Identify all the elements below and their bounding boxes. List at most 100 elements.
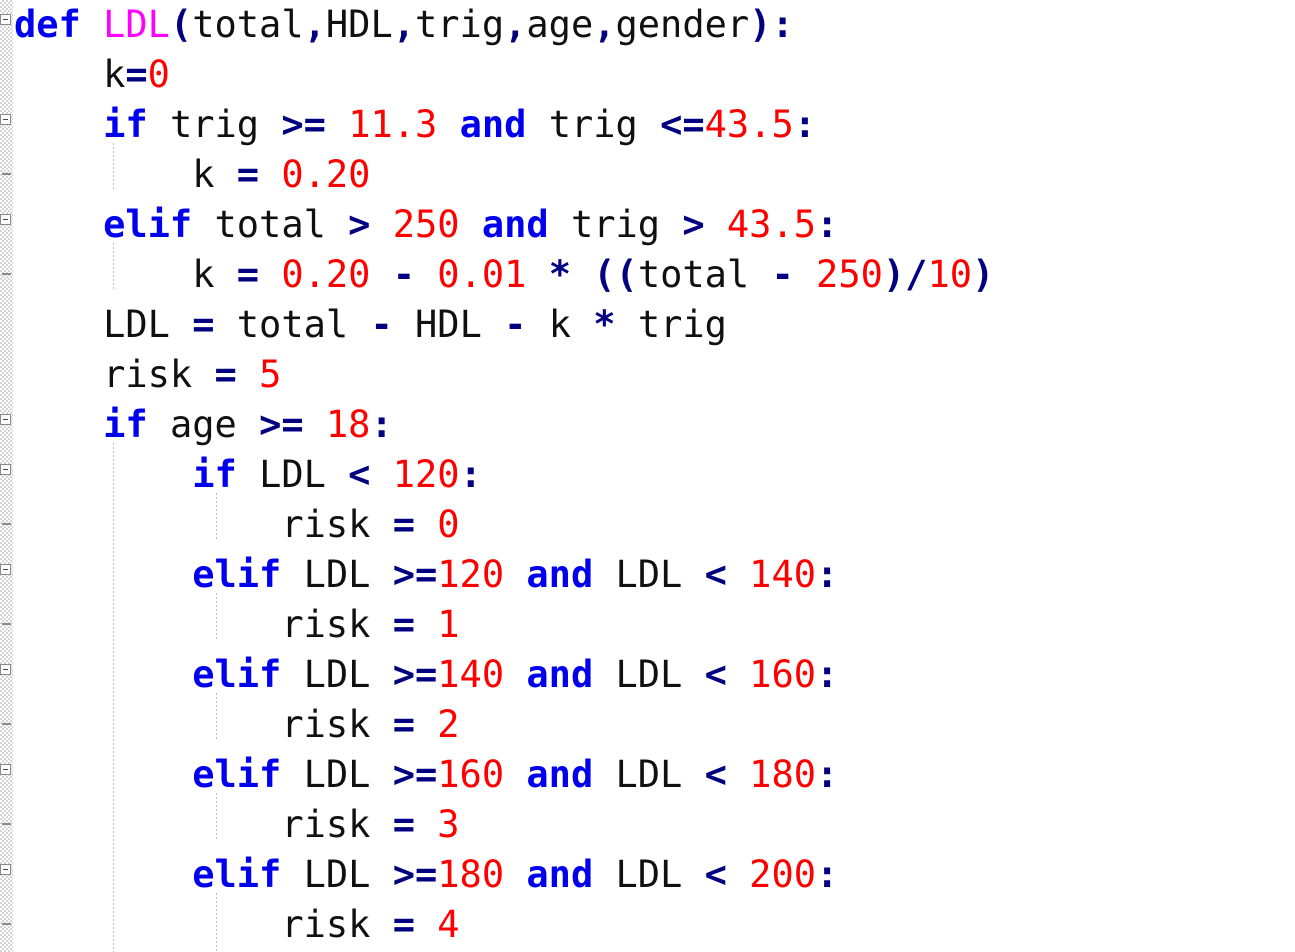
fold-box-def-ldl[interactable] — [0, 14, 11, 25]
token-16-0 — [14, 753, 192, 796]
token-19-1: risk — [281, 903, 371, 946]
token-18-6: 180 — [437, 853, 505, 896]
token-15-2 — [370, 703, 392, 746]
token-9-1: if — [103, 403, 148, 446]
token-1-8: trig — [415, 3, 505, 46]
code-line-9[interactable]: if age >= 18: — [0, 400, 1295, 450]
token-4-2 — [215, 153, 237, 196]
code-line-16[interactable]: elif LDL >=160 and LDL < 180: — [0, 750, 1295, 800]
token-6-0 — [14, 253, 192, 296]
fold-box-elif-ldl-160[interactable] — [0, 764, 11, 775]
token-2-2: = — [125, 53, 148, 96]
token-16-15: : — [816, 753, 839, 796]
code-line-15[interactable]: risk = 2 — [0, 700, 1295, 750]
token-16-12: < — [704, 753, 727, 796]
token-12-8: and — [526, 553, 594, 596]
token-6-1: k — [192, 253, 215, 296]
token-3-10 — [526, 103, 548, 146]
token-18-13 — [727, 853, 749, 896]
code-line-3[interactable]: if trig >= 11.3 and trig <=43.5: — [0, 100, 1295, 150]
token-7-10 — [482, 303, 504, 346]
code-line-17[interactable]: risk = 3 — [0, 800, 1295, 850]
fold-box-if-ldl-120[interactable] — [0, 464, 11, 475]
token-18-1: elif — [192, 853, 282, 896]
token-9-2 — [148, 403, 170, 446]
token-15-0 — [14, 703, 281, 746]
token-10-0 — [14, 453, 192, 496]
token-3-12 — [638, 103, 660, 146]
token-7-3: = — [192, 303, 215, 346]
token-18-15: : — [816, 853, 839, 896]
code-line-12[interactable]: elif LDL >=120 and LDL < 140: — [0, 550, 1295, 600]
code-line-13[interactable]: risk = 1 — [0, 600, 1295, 650]
token-6-20: 10 — [927, 253, 972, 296]
token-12-14: 140 — [749, 553, 816, 596]
code-line-18[interactable]: elif LDL >=180 and LDL < 200: — [0, 850, 1295, 900]
code-line-2[interactable]: k=0 — [0, 50, 1295, 100]
code-line-6[interactable]: k = 0.20 - 0.01 * ((total - 250)/10) — [0, 250, 1295, 300]
token-6-8 — [415, 253, 437, 296]
token-3-14: 43.5 — [704, 103, 794, 146]
token-11-0 — [14, 503, 281, 546]
fold-tick-k-020-a — [2, 173, 11, 175]
token-12-12: < — [704, 553, 727, 596]
token-9-8: : — [370, 403, 393, 446]
code-text-area[interactable]: def LDL(total,HDL,trig,age,gender): k=0 … — [0, 0, 1295, 952]
token-16-6: 160 — [437, 753, 505, 796]
token-18-8: and — [526, 853, 594, 896]
code-editor[interactable]: def LDL(total,HDL,trig,age,gender): k=0 … — [0, 0, 1295, 952]
fold-box-elif-ldl-120[interactable] — [0, 564, 11, 575]
token-15-3: = — [392, 703, 415, 746]
token-5-0 — [14, 203, 103, 246]
token-6-6 — [370, 253, 392, 296]
token-7-11: - — [504, 303, 527, 346]
token-5-14 — [705, 203, 727, 246]
code-line-14[interactable]: elif LDL >=140 and LDL < 160: — [0, 650, 1295, 700]
fold-tick-risk-1 — [2, 623, 11, 625]
token-14-5: >= — [392, 653, 438, 696]
token-14-3: LDL — [303, 653, 371, 696]
token-19-0 — [14, 903, 281, 946]
token-7-13: k — [548, 303, 571, 346]
token-16-3: LDL — [303, 753, 371, 796]
code-line-7[interactable]: LDL = total - HDL - k * trig — [0, 300, 1295, 350]
token-18-2 — [281, 853, 303, 896]
token-14-4 — [370, 653, 392, 696]
token-6-17 — [794, 253, 816, 296]
fold-box-elif-total[interactable] — [0, 214, 11, 225]
code-line-4[interactable]: k = 0.20 — [0, 150, 1295, 200]
code-folding-gutter[interactable] — [0, 0, 13, 952]
token-14-6: 140 — [437, 653, 505, 696]
token-8-5: 5 — [259, 353, 282, 396]
fold-tick-risk-4 — [2, 923, 11, 925]
code-line-19[interactable]: risk = 4 — [0, 900, 1295, 950]
token-18-9 — [593, 853, 615, 896]
token-18-10: LDL — [615, 853, 683, 896]
code-line-5[interactable]: elif total > 250 and trig > 43.5: — [0, 200, 1295, 250]
token-8-1: risk — [103, 353, 193, 396]
fold-box-if-age[interactable] — [0, 414, 11, 425]
token-6-4 — [259, 253, 281, 296]
token-14-10: LDL — [615, 653, 683, 696]
token-6-12 — [571, 253, 593, 296]
fold-box-elif-ldl-180[interactable] — [0, 864, 11, 875]
code-line-11[interactable]: risk = 0 — [0, 500, 1295, 550]
token-8-0 — [14, 353, 103, 396]
token-1-1 — [81, 3, 103, 46]
token-1-12: gender — [615, 3, 750, 46]
token-10-3: LDL — [259, 453, 326, 496]
fold-box-if-trig[interactable] — [0, 114, 11, 125]
code-line-10[interactable]: if LDL < 120: — [0, 450, 1295, 500]
token-7-1: LDL — [103, 303, 170, 346]
token-4-4 — [259, 153, 281, 196]
token-17-4 — [415, 803, 437, 846]
token-9-5: >= — [259, 403, 304, 446]
code-line-8[interactable]: risk = 5 — [0, 350, 1295, 400]
token-12-15: : — [816, 553, 839, 596]
fold-box-elif-ldl-140[interactable] — [0, 664, 11, 675]
token-3-15: : — [793, 103, 817, 146]
code-line-1[interactable]: def LDL(total,HDL,trig,age,gender): — [0, 0, 1295, 50]
token-18-7 — [504, 853, 526, 896]
token-4-3: = — [236, 153, 260, 196]
token-15-4 — [415, 703, 437, 746]
